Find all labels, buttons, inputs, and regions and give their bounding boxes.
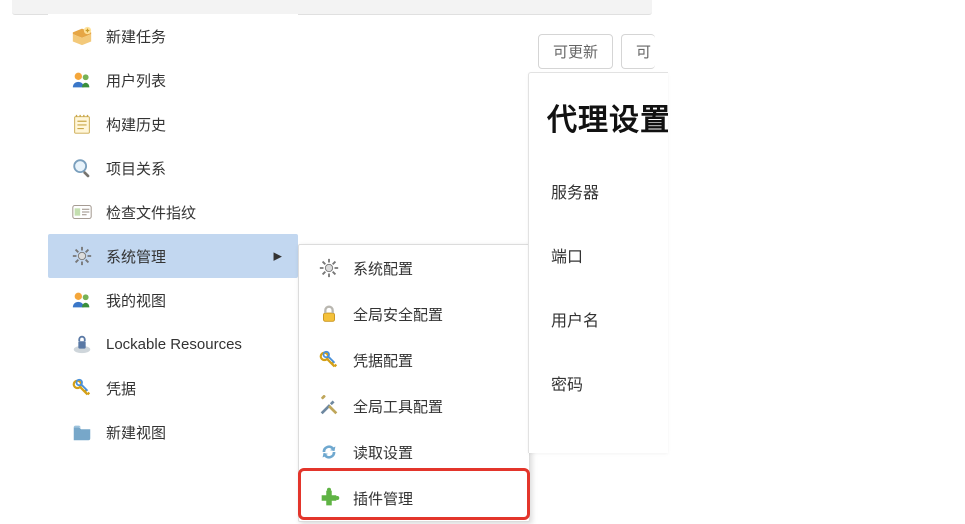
sidebar-item-label: 构建历史 [106, 114, 166, 135]
submenu-item-label: 凭据配置 [353, 350, 413, 371]
submenu-item-label: 全局工具配置 [353, 396, 443, 417]
field-label-user: 用户名 [551, 307, 668, 331]
gear-icon [70, 244, 94, 268]
submenu-item-system-config[interactable]: 系统配置 [299, 245, 529, 291]
submenu-item-global-security[interactable]: 全局安全配置 [299, 291, 529, 337]
id-card-icon [70, 200, 94, 224]
field-label-server: 服务器 [551, 179, 668, 203]
plugin-icon [317, 486, 341, 510]
sidebar-item-label: Lockable Resources [106, 336, 242, 353]
panel-title: 代理设置 [547, 95, 668, 139]
box-icon [70, 24, 94, 48]
sidebar-item-users[interactable]: 用户列表 [48, 58, 298, 102]
submenu-item-global-tools[interactable]: 全局工具配置 [299, 383, 529, 429]
lock-icon [70, 332, 94, 356]
sidebar-item-new-job[interactable]: 新建任务 [48, 14, 298, 58]
folder-plus-icon [70, 420, 94, 444]
magnifier-icon [70, 156, 94, 180]
tab-updatable[interactable]: 可更新 [538, 34, 613, 69]
submenu-item-credentials-config[interactable]: 凭据配置 [299, 337, 529, 383]
sidebar-item-fingerprint[interactable]: 检查文件指纹 [48, 190, 298, 234]
tab-next-partial[interactable]: 可 [621, 34, 655, 69]
sidebar-item-project-relations[interactable]: 项目关系 [48, 146, 298, 190]
sidebar-item-label: 系统管理 [106, 246, 166, 267]
submenu-item-label: 插件管理 [353, 488, 413, 509]
sidebar-item-manage-jenkins[interactable]: 系统管理 ▶ [48, 234, 298, 278]
proxy-settings-panel: 代理设置 服务器 端口 用户名 密码 [528, 72, 668, 453]
field-label-password: 密码 [551, 371, 668, 395]
sidebar-item-my-views[interactable]: 我的视图 [48, 278, 298, 322]
submenu-arrow-icon: ▶ [274, 250, 282, 263]
sidebar-item-label: 新建任务 [106, 26, 166, 47]
sidebar-item-new-view[interactable]: 新建视图 [48, 410, 298, 454]
page-topbar [12, 0, 652, 15]
manage-submenu: 系统配置 全局安全配置 凭据配置 全局工具配置 读取设置 插件管理 [298, 244, 530, 522]
sidebar-item-label: 检查文件指纹 [106, 202, 196, 223]
padlock-icon [317, 302, 341, 326]
sidebar-menu: 新建任务 用户列表 构建历史 项目关系 检查文件指纹 系统管理 ▶ [48, 14, 298, 454]
submenu-item-label: 读取设置 [353, 442, 413, 463]
users-icon [70, 68, 94, 92]
sidebar-item-label: 新建视图 [106, 422, 166, 443]
notepad-icon [70, 112, 94, 136]
submenu-item-label: 系统配置 [353, 258, 413, 279]
tools-icon [317, 394, 341, 418]
sidebar-item-lockable-resources[interactable]: Lockable Resources [48, 322, 298, 366]
sidebar-item-label: 我的视图 [106, 290, 166, 311]
keys-icon [70, 376, 94, 400]
refresh-icon [317, 440, 341, 464]
plugin-tabs: 可更新 可 [538, 34, 655, 69]
submenu-item-reload-config[interactable]: 读取设置 [299, 429, 529, 475]
sidebar-item-label: 项目关系 [106, 158, 166, 179]
users-icon [70, 288, 94, 312]
gear-icon [317, 256, 341, 280]
sidebar-item-label: 用户列表 [106, 70, 166, 91]
sidebar-item-build-history[interactable]: 构建历史 [48, 102, 298, 146]
keys-icon [317, 348, 341, 372]
sidebar-item-credentials[interactable]: 凭据 [48, 366, 298, 410]
sidebar-item-label: 凭据 [106, 378, 136, 399]
submenu-item-plugin-manager[interactable]: 插件管理 [299, 475, 529, 521]
field-label-port: 端口 [551, 243, 668, 267]
submenu-item-label: 全局安全配置 [353, 304, 443, 325]
